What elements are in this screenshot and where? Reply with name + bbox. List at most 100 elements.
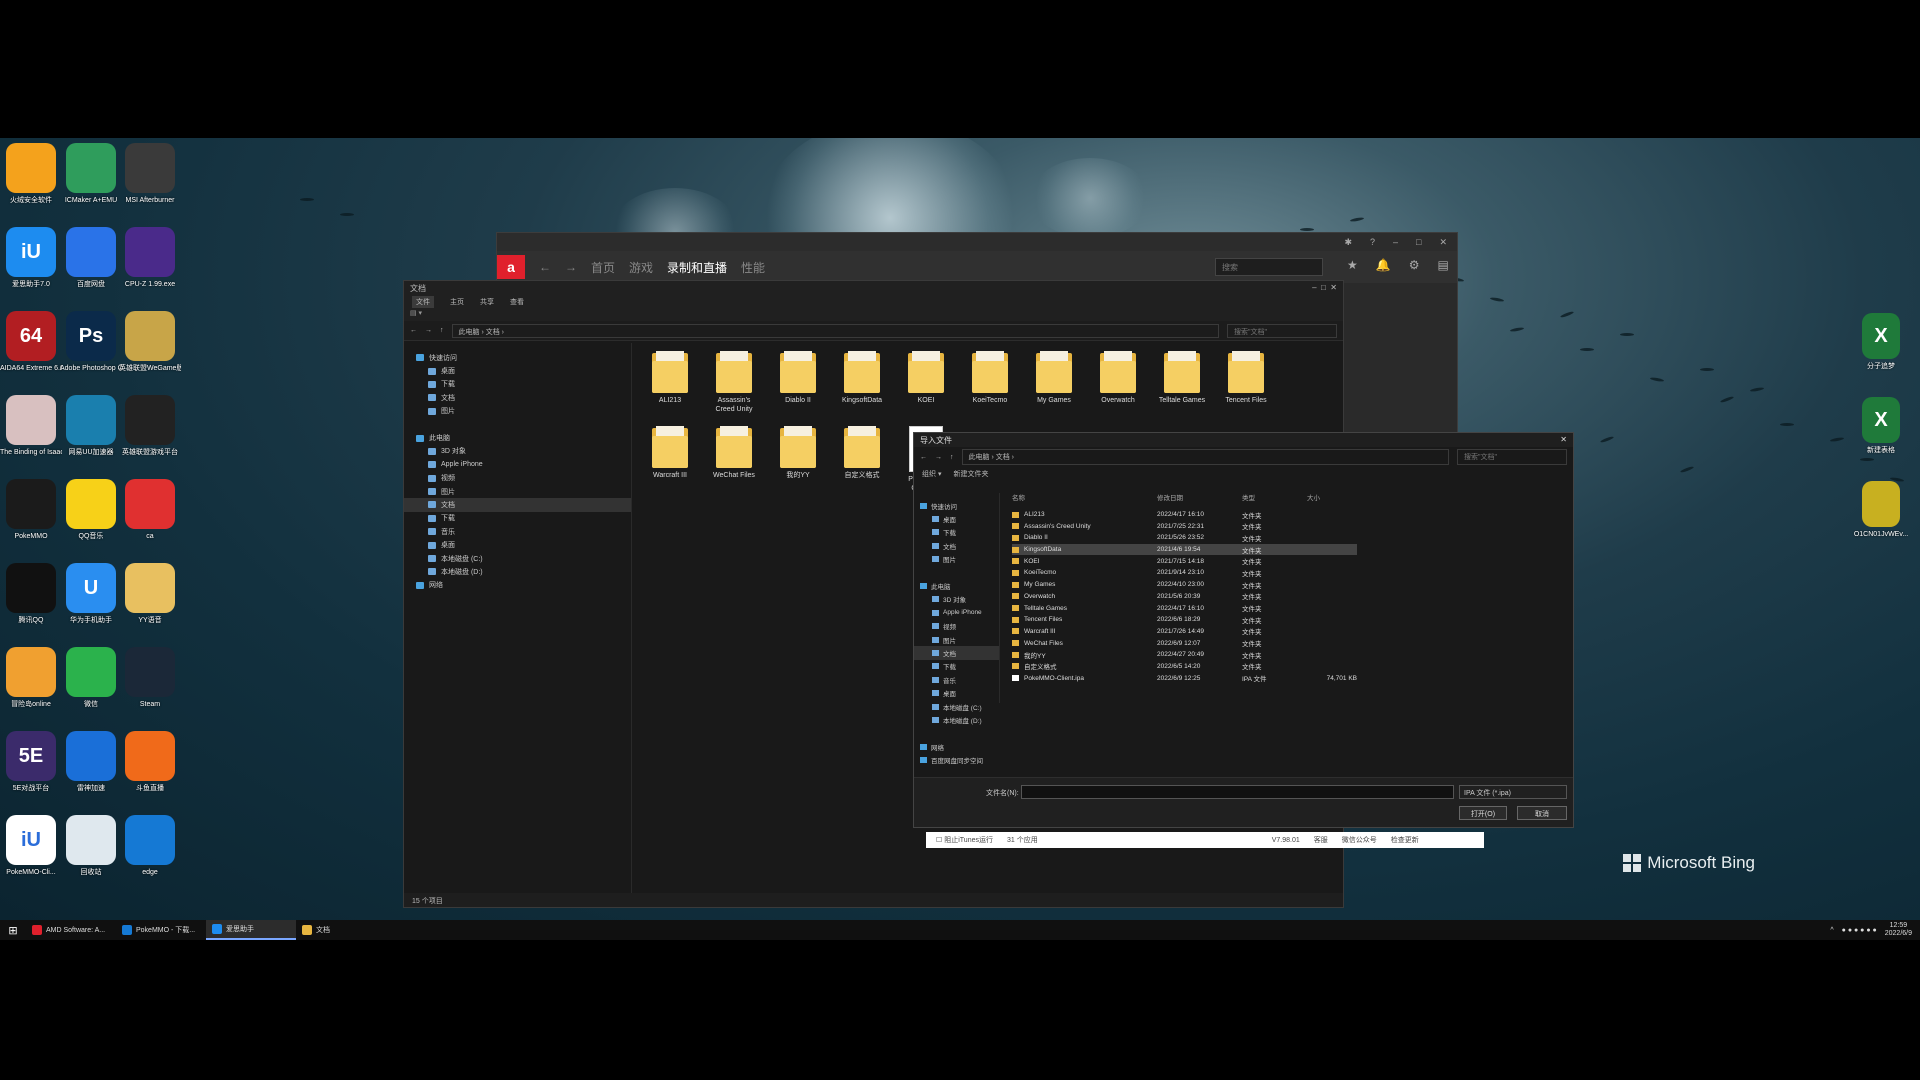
nav-item[interactable]: 下载 xyxy=(914,660,999,673)
file-item[interactable]: Tencent Files xyxy=(1220,351,1272,414)
tab-games[interactable]: 游戏 xyxy=(629,259,653,276)
desktop-icon[interactable]: 回收站 xyxy=(60,815,122,877)
gear-icon[interactable]: ⚙ xyxy=(1409,258,1420,272)
block-itunes-checkbox[interactable]: ☐ 阻止iTunes运行 xyxy=(936,835,993,845)
desktop-icon[interactable]: X 分子追梦 xyxy=(1850,313,1912,371)
table-row[interactable]: 自定义格式 2022/6/5 14:20 文件夹 xyxy=(1012,661,1357,673)
desktop-icon[interactable]: 英雄联盟WeGame版 xyxy=(119,311,181,373)
nav-item[interactable]: 快速访问 xyxy=(404,351,631,364)
table-row[interactable]: My Games 2022/4/10 23:00 文件夹 xyxy=(1012,579,1357,591)
desktop-icon[interactable]: 5E 5E对战平台 xyxy=(0,731,62,793)
breadcrumb-pc[interactable]: 此电脑 xyxy=(459,329,480,336)
nav-item[interactable]: 此电脑 xyxy=(914,579,999,592)
desktop-icon[interactable]: Steam xyxy=(119,647,181,709)
tab-performance[interactable]: 性能 xyxy=(741,259,765,276)
nav-item[interactable]: Apple iPhone xyxy=(914,606,999,619)
nav-item[interactable]: 文档 xyxy=(914,539,999,552)
table-row[interactable]: Warcraft III 2021/7/26 14:49 文件夹 xyxy=(1012,626,1357,638)
desktop-icon[interactable]: 斗鱼直播 xyxy=(119,731,181,793)
nav-item[interactable]: 网络 xyxy=(404,579,631,592)
desktop-icon[interactable]: O1CN01JvWEv... xyxy=(1850,481,1912,539)
nav-item[interactable]: Apple iPhone xyxy=(404,458,631,471)
table-row[interactable]: PokeMMO-Client.ipa 2022/6/9 12:25 IPA 文件 74… xyxy=(1012,672,1357,684)
nav-item[interactable]: 音乐 xyxy=(914,673,999,686)
taskbar-app[interactable]: PokeMMO - 下载... xyxy=(116,920,206,940)
table-row[interactable]: Tencent Files 2022/6/6 18:29 文件夹 xyxy=(1012,614,1357,626)
amd-search-input[interactable]: 搜索 xyxy=(1215,258,1323,276)
nav-item[interactable]: 桌面 xyxy=(914,512,999,525)
maximize-button[interactable]: □ xyxy=(1416,237,1421,247)
back-arrow-icon[interactable]: ← xyxy=(920,454,927,461)
nav-item[interactable]: 音乐 xyxy=(404,525,631,538)
file-item[interactable]: KOEI xyxy=(900,351,952,414)
taskbar-app[interactable]: 爱思助手 xyxy=(206,920,296,940)
file-item[interactable]: WeChat Files xyxy=(708,426,760,493)
nav-item[interactable]: 本地磁盘 (C:) xyxy=(914,700,999,713)
forward-arrow-icon[interactable]: → xyxy=(935,454,942,461)
nav-item[interactable] xyxy=(914,566,999,579)
help-icon[interactable]: ? xyxy=(1370,237,1375,247)
nav-item[interactable]: 文档 xyxy=(404,391,631,404)
up-arrow-icon[interactable]: ↑ xyxy=(950,454,954,461)
back-arrow-icon[interactable]: ← xyxy=(410,327,417,334)
column-date[interactable]: 修改日期 xyxy=(1157,492,1242,502)
table-row[interactable]: WeChat Files 2022/6/9 12:07 文件夹 xyxy=(1012,637,1357,649)
support-link[interactable]: 客服 xyxy=(1314,835,1328,845)
nav-item[interactable]: 视频 xyxy=(404,472,631,485)
table-row[interactable]: Overwatch 2021/5/6 20:39 文件夹 xyxy=(1012,591,1357,603)
breadcrumb-documents[interactable]: 文档 xyxy=(996,454,1010,461)
nav-item[interactable]: 3D 对象 xyxy=(914,593,999,606)
nav-item[interactable]: 此电脑 xyxy=(404,431,631,444)
back-arrow-icon[interactable]: ← xyxy=(539,260,551,274)
nav-item[interactable]: 图片 xyxy=(914,633,999,646)
window-controls[interactable]: – □ ✕ xyxy=(1312,283,1337,293)
desktop-icon[interactable]: 冒险岛online xyxy=(0,647,62,709)
nav-item[interactable]: 图片 xyxy=(914,553,999,566)
nav-item[interactable]: 下载 xyxy=(404,378,631,391)
column-size[interactable]: 大小 xyxy=(1307,492,1357,502)
desktop-icon[interactable]: edge xyxy=(119,815,181,877)
clock[interactable]: 12:59 2022/6/9 xyxy=(1885,922,1912,938)
layout-icon[interactable]: ▤ xyxy=(1437,258,1448,272)
table-row[interactable]: Assassin's Creed Unity 2021/7/25 22:31 文件夹 xyxy=(1012,520,1357,532)
desktop-icon[interactable]: 腾讯QQ xyxy=(0,563,62,625)
desktop-icon[interactable]: iU PokeMMO-Cli... xyxy=(0,815,62,877)
nav-item[interactable]: 下载 xyxy=(404,512,631,525)
ribbon-tab-view[interactable]: 查看 xyxy=(510,297,524,307)
nav-item[interactable]: 视频 xyxy=(914,620,999,633)
desktop-icon[interactable]: 火绒安全软件 xyxy=(0,143,62,205)
filetype-select[interactable]: IPA 文件 (*.ipa) xyxy=(1459,785,1567,799)
file-item[interactable]: KingsoftData xyxy=(836,351,888,414)
file-item[interactable]: KoeiTecmo xyxy=(964,351,1016,414)
new-folder-button[interactable]: 新建文件夹 xyxy=(953,469,988,479)
star-icon[interactable]: ★ xyxy=(1347,258,1358,272)
cancel-button[interactable]: 取消 xyxy=(1517,806,1567,820)
table-row[interactable]: KingsoftData 2021/4/6 19:54 文件夹 xyxy=(1012,543,1357,556)
path-input[interactable]: 此电脑 › 文档 › xyxy=(451,323,1219,338)
column-type[interactable]: 类型 xyxy=(1242,492,1307,502)
table-row[interactable]: KOEI 2021/7/15 14:18 文件夹 xyxy=(1012,555,1357,567)
file-item[interactable]: Telltale Games xyxy=(1156,351,1208,414)
breadcrumb-documents[interactable]: 文档 xyxy=(486,329,500,336)
desktop-icon[interactable]: 英雄联盟游戏平台 xyxy=(119,395,181,457)
nav-item[interactable] xyxy=(914,727,999,740)
tab-home[interactable]: 首页 xyxy=(591,259,615,276)
up-arrow-icon[interactable]: ↑ xyxy=(440,327,444,334)
file-item[interactable]: Overwatch xyxy=(1092,351,1144,414)
desktop-icon[interactable]: 微信 xyxy=(60,647,122,709)
desktop-icon[interactable]: U 华为手机助手 xyxy=(60,563,122,625)
close-button[interactable]: ✕ xyxy=(1560,435,1567,445)
amd-logo-icon[interactable]: a xyxy=(497,255,525,279)
desktop-icon[interactable]: X 新建表格 xyxy=(1850,397,1912,455)
minimize-button[interactable]: – xyxy=(1393,237,1398,247)
search-input[interactable]: 搜索"文档" xyxy=(1227,323,1337,338)
desktop-icon[interactable]: iU 爱思助手7.0 xyxy=(0,227,62,289)
open-button[interactable]: 打开(O) xyxy=(1459,806,1507,820)
nav-item[interactable]: 本地磁盘 (D:) xyxy=(914,713,999,726)
desktop-icon[interactable]: CPU-Z 1.99.exe xyxy=(119,227,181,289)
nav-item[interactable]: 下载 xyxy=(914,526,999,539)
nav-item[interactable]: 文档 xyxy=(914,646,999,660)
table-row[interactable]: Telltale Games 2022/4/17 16:10 文件夹 xyxy=(1012,602,1357,614)
filename-input[interactable] xyxy=(1021,785,1454,799)
file-item[interactable]: ALI213 xyxy=(644,351,696,414)
